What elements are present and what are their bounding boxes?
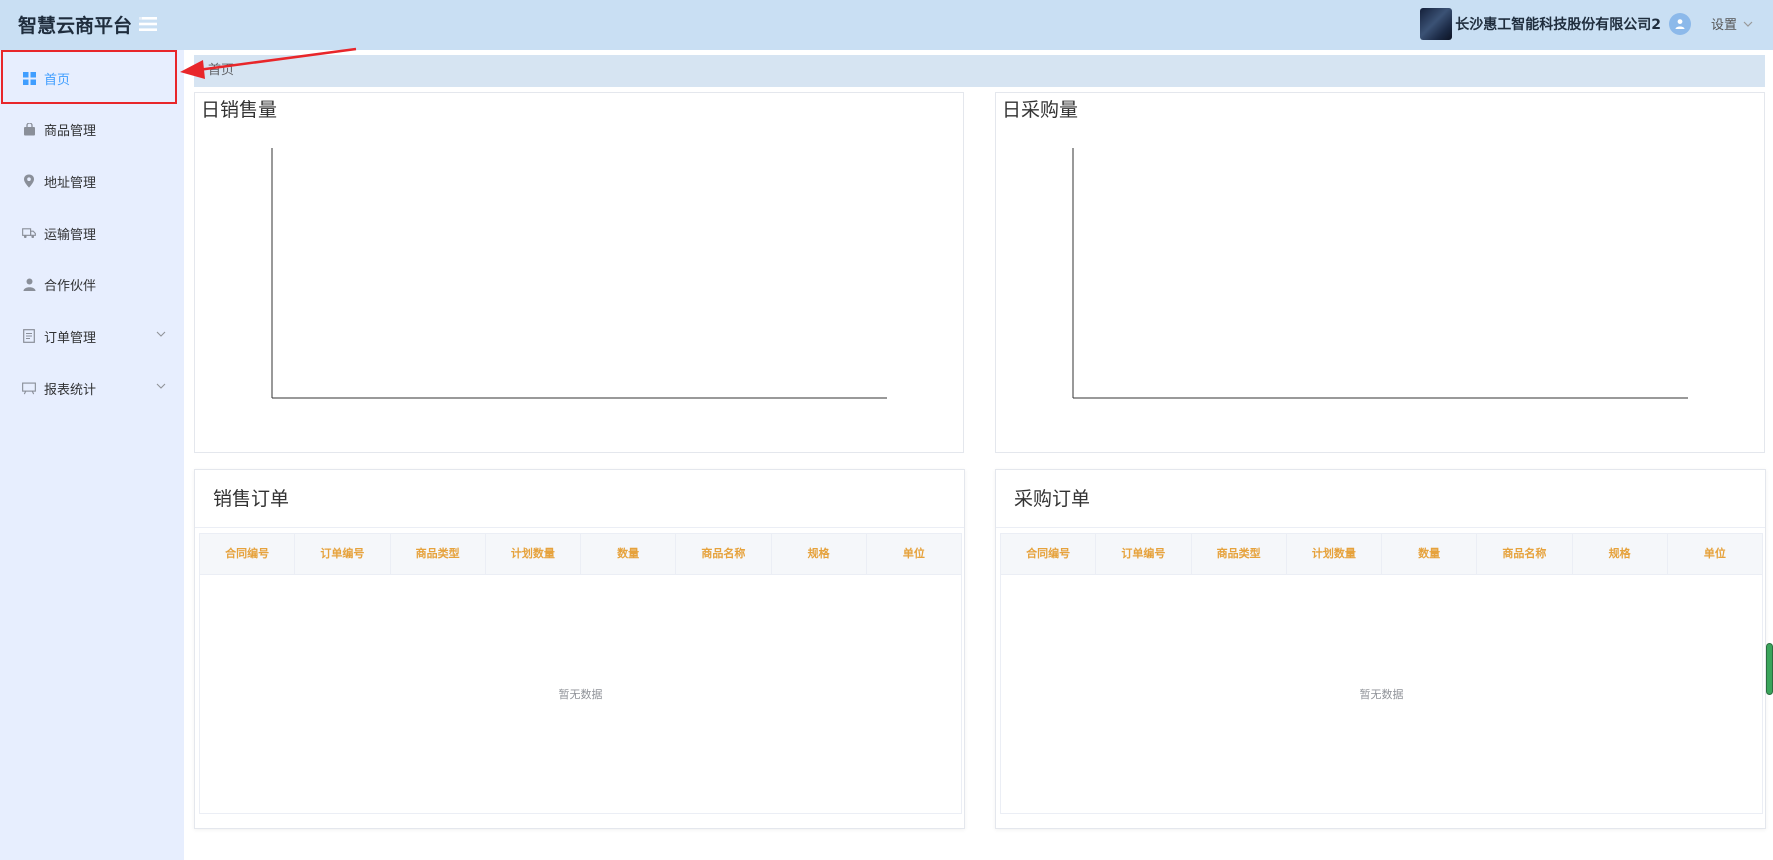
column-header[interactable]: 规格 xyxy=(1573,534,1668,574)
purchase-orders-card: 采购订单 合同编号 订单编号 商品类型 计划数量 数量 商品名称 规格 单位 暂… xyxy=(995,469,1766,829)
column-header[interactable]: 单位 xyxy=(867,534,961,574)
sidebar-item-label: 订单管理 xyxy=(44,330,97,346)
sidebar-item-reports[interactable]: 报表统计 xyxy=(0,362,184,414)
column-header[interactable]: 计划数量 xyxy=(1287,534,1382,574)
sidebar-item-transport[interactable]: 运输管理 xyxy=(0,207,184,259)
column-header[interactable]: 商品名称 xyxy=(1477,534,1573,574)
shopping-bag-icon xyxy=(22,122,36,136)
card-title: 销售订单 xyxy=(195,470,964,528)
location-icon xyxy=(22,174,36,188)
sidebar-item-label: 商品管理 xyxy=(44,123,97,139)
sales-orders-card: 销售订单 合同编号 订单编号 商品类型 计划数量 数量 商品名称 规格 单位 暂… xyxy=(194,469,965,829)
company-name: 长沙惠工智能科技股份有限公司2 xyxy=(1455,17,1661,33)
empty-state-text: 暂无数据 xyxy=(558,688,603,701)
column-header[interactable]: 订单编号 xyxy=(295,534,391,574)
column-header[interactable]: 数量 xyxy=(581,534,677,574)
column-header[interactable]: 合同编号 xyxy=(1001,534,1097,574)
company-info[interactable]: 长沙惠工智能科技股份有限公司2 xyxy=(1420,6,1691,42)
card-title: 采购订单 xyxy=(996,470,1765,528)
sidebar-item-partners[interactable]: 合作伙伴 xyxy=(0,258,184,310)
settings-dropdown[interactable]: 设置 xyxy=(1711,14,1753,33)
table-header: 合同编号 订单编号 商品类型 计划数量 数量 商品名称 规格 单位 xyxy=(200,534,961,575)
column-header[interactable]: 数量 xyxy=(1382,534,1478,574)
board-icon xyxy=(22,381,36,395)
dashboard-icon xyxy=(22,71,36,85)
chevron-down-icon xyxy=(156,331,166,337)
column-header[interactable]: 订单编号 xyxy=(1096,534,1192,574)
column-header[interactable]: 单位 xyxy=(1668,534,1762,574)
sidebar-item-addresses[interactable]: 地址管理 xyxy=(0,155,184,207)
top-header: 智慧云商平台 长沙惠工智能科技股份有限公司2 设置 xyxy=(0,0,1773,50)
sales-orders-table: 合同编号 订单编号 商品类型 计划数量 数量 商品名称 规格 单位 暂无数据 xyxy=(199,533,962,814)
user-avatar-icon[interactable] xyxy=(1669,13,1691,35)
document-icon xyxy=(22,329,36,343)
user-icon xyxy=(22,277,36,291)
chart-plot-area xyxy=(271,148,887,399)
empty-state-text: 暂无数据 xyxy=(1359,688,1404,701)
settings-label: 设置 xyxy=(1711,18,1738,33)
company-logo xyxy=(1420,8,1453,40)
column-header[interactable]: 计划数量 xyxy=(486,534,581,574)
sidebar-item-home[interactable]: 首页 xyxy=(0,52,184,104)
column-header[interactable]: 商品类型 xyxy=(1192,534,1287,574)
sidebar-item-label: 首页 xyxy=(44,72,71,88)
sidebar: 首页 商品管理 地址管理 运输管理 合作伙伴 订单管理 报表统计 xyxy=(0,50,184,860)
chevron-down-icon xyxy=(1743,21,1753,27)
chart-plot-area xyxy=(1072,148,1688,399)
menu-toggle-icon[interactable] xyxy=(139,15,157,33)
column-header[interactable]: 商品名称 xyxy=(676,534,772,574)
sidebar-item-orders[interactable]: 订单管理 xyxy=(0,310,184,362)
sidebar-item-products[interactable]: 商品管理 xyxy=(0,103,184,155)
breadcrumb: 首页 xyxy=(194,55,1765,87)
app-title: 智慧云商平台 xyxy=(18,15,133,37)
column-header[interactable]: 规格 xyxy=(772,534,867,574)
purchase-orders-table: 合同编号 订单编号 商品类型 计划数量 数量 商品名称 规格 单位 暂无数据 xyxy=(1000,533,1763,814)
sidebar-item-label: 合作伙伴 xyxy=(44,278,97,294)
sidebar-item-label: 报表统计 xyxy=(44,382,97,398)
page-scrollbar-thumb[interactable] xyxy=(1766,643,1773,695)
sidebar-item-label: 运输管理 xyxy=(44,227,97,243)
column-header[interactable]: 合同编号 xyxy=(200,534,296,574)
truck-icon xyxy=(22,226,36,240)
daily-purchase-chart: 日采购量 xyxy=(995,92,1765,453)
sidebar-item-label: 地址管理 xyxy=(44,175,97,191)
column-header[interactable]: 商品类型 xyxy=(391,534,486,574)
breadcrumb-current[interactable]: 首页 xyxy=(208,63,234,78)
chevron-down-icon xyxy=(156,383,166,389)
daily-sales-chart: 日销售量 xyxy=(194,92,964,453)
table-header: 合同编号 订单编号 商品类型 计划数量 数量 商品名称 规格 单位 xyxy=(1001,534,1762,575)
